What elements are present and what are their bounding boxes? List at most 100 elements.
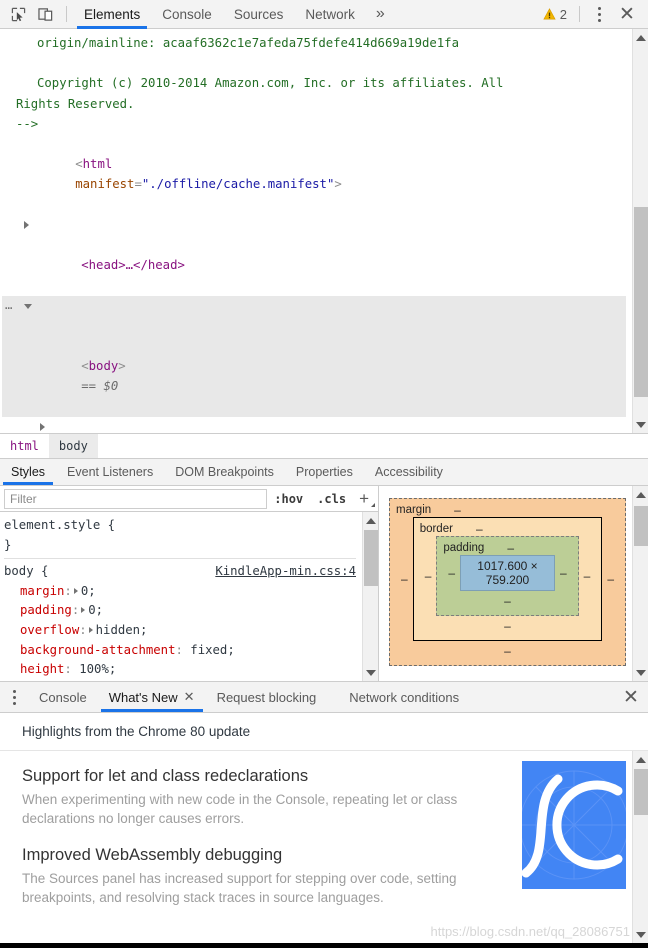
collapse-triangle-icon[interactable] (24, 303, 32, 309)
drawer-close-icon[interactable]: ✕ (614, 682, 648, 712)
chrome-devtools-logo-icon (522, 761, 626, 889)
device-toolbar-icon[interactable] (32, 1, 60, 27)
tab-console[interactable]: Console (151, 0, 223, 29)
dom-node-head[interactable]: <head>…</head> (2, 215, 626, 296)
dom-node-noscript[interactable]: <noscript>…</noscript> (2, 417, 626, 433)
css-declaration-margin[interactable]: margin: 0; (4, 582, 378, 602)
scrollbar-thumb[interactable] (634, 769, 648, 815)
margin-left-value[interactable]: – (396, 572, 413, 586)
expand-triangle-icon[interactable] (88, 626, 93, 633)
body-tagname: body (88, 359, 119, 374)
scrollbar-thumb[interactable] (364, 530, 378, 586)
border-bottom-value[interactable]: – (420, 616, 596, 636)
padding-bottom-value[interactable]: – (443, 591, 571, 611)
new-style-rule-button[interactable]: + (353, 490, 378, 507)
padding-left-value[interactable]: – (443, 566, 460, 580)
dom-tree-content: origin/mainline: acaaf6362c1e7afeda75fde… (0, 33, 648, 433)
element-classes-button[interactable]: .cls (310, 492, 353, 506)
tab-properties[interactable]: Properties (285, 459, 364, 485)
scroll-down-arrow-icon[interactable] (633, 416, 648, 433)
stylesheet-source-link[interactable]: KindleApp-min.css:4 (215, 562, 356, 582)
border-top-value[interactable]: – (471, 522, 488, 536)
padding-right-value[interactable]: – (555, 566, 572, 580)
dom-tree-scrollbar[interactable] (632, 29, 648, 433)
css-declaration-background-attachment[interactable]: background-attachment: fixed; (4, 641, 378, 661)
css-declaration-ms-content-zooming[interactable]: -ms-content-zooming: none; (4, 680, 378, 681)
scroll-up-arrow-icon[interactable] (633, 29, 648, 46)
breadcrumb-item-body[interactable]: body (48, 434, 98, 458)
tab-elements-label: Elements (84, 6, 141, 22)
margin-bottom-value[interactable]: – (396, 641, 619, 661)
more-tabs-chevron-icon[interactable]: » (366, 0, 395, 29)
drawer-tab-request-blocking[interactable]: Request blocking (206, 682, 328, 712)
scrollbar-thumb[interactable] (634, 506, 648, 546)
drawer-tab-network-conditions[interactable]: Network conditions (327, 682, 470, 712)
warning-count-badge[interactable]: 2 (537, 7, 573, 22)
css-declaration-padding[interactable]: padding: 0; (4, 601, 378, 621)
node-badge-dots[interactable]: ⋯ (5, 298, 13, 318)
tab-event-listeners[interactable]: Event Listeners (56, 459, 164, 485)
tab-styles[interactable]: Styles (0, 459, 56, 485)
scrollbar-thumb[interactable] (634, 207, 648, 397)
scroll-down-arrow-icon[interactable] (633, 926, 648, 943)
breadcrumb-item-html[interactable]: html (0, 434, 49, 458)
drawer-tab-whats-new[interactable]: What's New ✕ (98, 682, 206, 712)
dom-node-body[interactable]: ⋯ <body> == $0 (2, 295, 626, 417)
box-model-padding-row: – 1017.600 × 759.200 – (443, 555, 571, 591)
box-model-diagram: margin – – border – – padding – – 1017.6… (379, 486, 648, 666)
box-model-border[interactable]: border – – padding – – 1017.600 × 759.20… (412, 517, 603, 641)
tab-elements[interactable]: Elements (73, 0, 151, 29)
expand-triangle-icon[interactable] (24, 220, 29, 229)
scroll-up-arrow-icon[interactable] (633, 751, 648, 768)
body-selected-marker: == $0 (81, 379, 119, 394)
scroll-down-arrow-icon[interactable] (633, 664, 648, 681)
styles-filter-input[interactable] (4, 488, 268, 509)
main-toolbar: Elements Console Sources Network » 2 ✕ (0, 0, 648, 29)
border-left-value[interactable]: – (420, 569, 437, 583)
margin-top-value[interactable]: – (449, 503, 466, 517)
expand-triangle-icon[interactable] (73, 587, 78, 594)
kebab-menu-icon[interactable] (586, 1, 612, 27)
box-model-content-size[interactable]: 1017.600 × 759.200 (460, 555, 555, 591)
dom-node-html-open[interactable]: <html manifest="./offline/cache.manifest… (2, 134, 626, 215)
css-declaration-overflow[interactable]: overflow: hidden; (4, 621, 378, 641)
force-state-hov-button[interactable]: :hov (267, 492, 310, 506)
tab-network[interactable]: Network (294, 0, 366, 29)
whats-new-subtitle: Highlights from the Chrome 80 update (0, 713, 648, 751)
box-model-margin-row: – border – – padding – – 1017.600 × 759.… (396, 517, 619, 641)
css-property-name: overflow (20, 622, 80, 637)
close-icon[interactable]: ✕ (612, 1, 642, 27)
inspect-cursor-icon[interactable] (4, 1, 32, 27)
element-style-rule[interactable]: element.style { } (4, 516, 378, 555)
new-style-rule-label: + (359, 489, 369, 508)
scroll-up-arrow-icon[interactable] (633, 486, 648, 503)
devtools-window: Elements Console Sources Network » 2 ✕ o… (0, 0, 648, 948)
dom-tree-panel[interactable]: origin/mainline: acaaf6362c1e7afeda75fde… (0, 29, 648, 433)
body-style-rule[interactable]: body { KindleApp-min.css:4 margin: 0; pad… (4, 562, 378, 681)
tab-accessibility[interactable]: Accessibility (364, 459, 454, 485)
tab-sources[interactable]: Sources (223, 0, 295, 29)
box-model-border-header: border – (420, 522, 596, 536)
box-model-scrollbar[interactable] (632, 486, 648, 681)
margin-right-value[interactable]: – (602, 572, 619, 586)
drawer-kebab-menu-icon[interactable] (0, 682, 28, 712)
toolbar-divider (66, 6, 67, 22)
scroll-down-arrow-icon[interactable] (363, 664, 378, 681)
expand-triangle-icon[interactable] (81, 607, 86, 614)
css-declaration-height[interactable]: height: 100%; (4, 660, 378, 680)
whats-new-scrollbar[interactable] (632, 751, 648, 943)
box-model-padding[interactable]: padding – – 1017.600 × 759.200 – – (436, 536, 579, 616)
whats-new-item-title: Support for let and class redeclarations (22, 767, 309, 785)
whats-new-content: Support for let and class redeclarations… (0, 751, 648, 943)
box-model-margin[interactable]: margin – – border – – padding – – 1017.6… (389, 498, 626, 666)
border-right-value[interactable]: – (579, 569, 596, 583)
padding-top-value[interactable]: – (502, 541, 519, 555)
scroll-up-arrow-icon[interactable] (363, 512, 378, 529)
expand-triangle-icon[interactable] (40, 422, 45, 431)
tab-dom-breakpoints[interactable]: DOM Breakpoints (164, 459, 285, 485)
css-pane-scrollbar[interactable] (362, 512, 378, 681)
drawer-tab-console[interactable]: Console (28, 682, 98, 712)
css-rules-pane: :hov .cls + element.style { } body { Kin… (0, 486, 379, 681)
html-attr-name: manifest (75, 177, 135, 192)
close-tab-icon[interactable]: ✕ (184, 689, 195, 705)
